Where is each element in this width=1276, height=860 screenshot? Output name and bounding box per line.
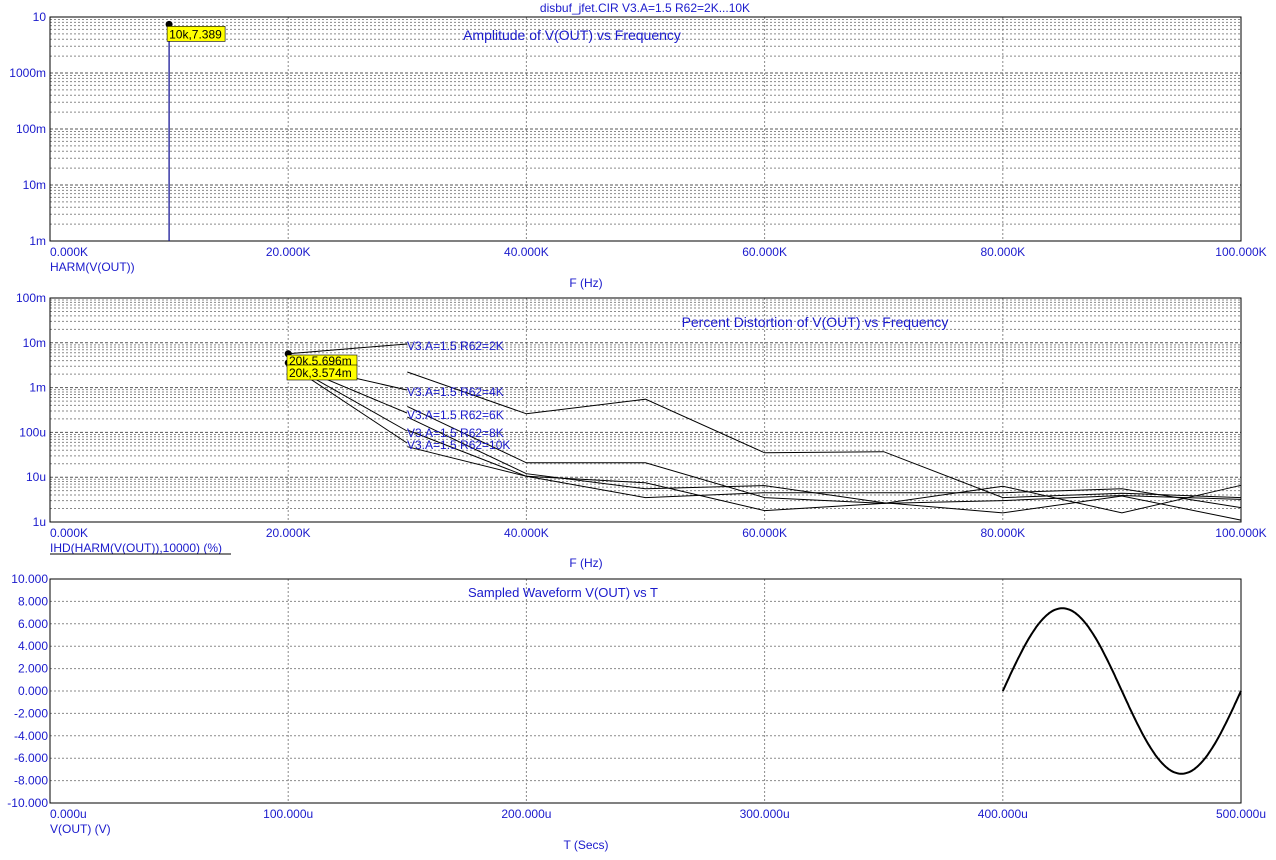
amplitude-series <box>165 20 173 241</box>
y-tick-label: 10 <box>33 10 47 24</box>
x-tick-label: 80.000K <box>980 245 1025 259</box>
amplitude-annotations: 10k,7.389 <box>166 26 226 42</box>
distortion-chart: Percent Distortion of V(OUT) vs Frequenc… <box>16 291 1267 570</box>
series-label: V3.A=1.5 R62=4K <box>407 385 504 399</box>
y-tick-label: 1m <box>29 381 46 395</box>
amplitude-y-ticks: 10 1000m 100m 10m 1m <box>9 10 46 248</box>
waveform-chart: Sampled Waveform V(OUT) vs T 10.000 8.000… <box>7 572 1266 852</box>
amplitude-x-label: F (Hz) <box>569 276 602 290</box>
x-tick-label: 100.000K <box>1215 245 1266 259</box>
y-tick-label: 0.000 <box>18 684 48 698</box>
x-tick-label: 200.000u <box>501 807 551 821</box>
y-tick-label: 1000m <box>9 66 46 80</box>
y-tick-label: -4.000 <box>14 729 48 743</box>
series-label: V3.A=1.5 R62=10K <box>407 438 510 452</box>
x-tick-label: 0.000K <box>50 245 88 259</box>
x-tick-label: 80.000K <box>980 526 1025 540</box>
annotation-text: 10k,7.389 <box>169 27 222 41</box>
waveform-y-ticks: 10.000 8.000 6.000 4.000 2.000 0.000 -2.000 -4.… <box>7 572 48 810</box>
x-tick-label: 40.000K <box>504 245 549 259</box>
y-tick-label: 8.000 <box>18 594 48 608</box>
y-tick-label: 4.000 <box>18 639 48 653</box>
y-tick-label: 10.000 <box>11 572 48 586</box>
waveform-y-label: V(OUT) (V) <box>50 822 111 836</box>
annotation-text: 20k,3.574m <box>289 366 352 380</box>
y-tick-label: 10m <box>23 336 46 350</box>
y-tick-label: 1u <box>33 515 46 529</box>
waveform-x-ticks: 0.000u 100.000u 200.000u 300.000u 400.000u 50… <box>50 807 1266 821</box>
amplitude-x-ticks: 0.000K 20.000K 40.000K 60.000K 80.000K 100.00… <box>50 245 1267 259</box>
plot-area: Amplitude of V(OUT) vs Frequency 10 1000m… <box>7 10 1267 852</box>
distortion-annotations: 20k,5.696m20k,3.574m <box>284 350 358 381</box>
y-tick-label: 2.000 <box>18 662 48 676</box>
waveform-title: Sampled Waveform V(OUT) vs T <box>468 585 658 600</box>
waveform-grid <box>50 579 1241 803</box>
x-tick-label: 300.000u <box>740 807 790 821</box>
y-tick-label: 10m <box>23 178 46 192</box>
y-tick-label: 100m <box>16 122 46 136</box>
y-tick-label: 100u <box>19 425 46 439</box>
distortion-x-ticks: 0.000K 20.000K 40.000K 60.000K 80.000K 100.00… <box>50 526 1267 540</box>
x-tick-label: 60.000K <box>742 526 787 540</box>
x-tick-label: 0.000u <box>50 807 87 821</box>
x-tick-label: 40.000K <box>504 526 549 540</box>
x-tick-label: 20.000K <box>266 245 311 259</box>
x-tick-label: 0.000K <box>50 526 88 540</box>
amplitude-y-label: HARM(V(OUT)) <box>50 260 135 274</box>
y-tick-label: 100m <box>16 291 46 305</box>
y-tick-label: -2.000 <box>14 706 48 720</box>
y-tick-label: 1m <box>29 234 46 248</box>
y-tick-label: -6.000 <box>14 751 48 765</box>
y-tick-label: -10.000 <box>7 796 48 810</box>
waveform-x-label: T (Secs) <box>563 838 608 852</box>
y-tick-label: 10u <box>26 470 46 484</box>
x-tick-label: 20.000K <box>266 526 311 540</box>
distortion-title: Percent Distortion of V(OUT) vs Frequenc… <box>682 314 949 330</box>
x-tick-label: 60.000K <box>742 245 787 259</box>
amplitude-grid <box>50 17 1241 241</box>
distortion-y-ticks: 100m 10m 1m 100u 10u 1u <box>16 291 46 529</box>
x-tick-label: 400.000u <box>978 807 1028 821</box>
distortion-x-label: F (Hz) <box>569 556 602 570</box>
y-tick-label: -8.000 <box>14 774 48 788</box>
x-tick-label: 500.000u <box>1216 807 1266 821</box>
distortion-y-label: IHD(HARM(V(OUT)),10000) (%) <box>50 541 222 555</box>
amplitude-title: Amplitude of V(OUT) vs Frequency <box>463 27 681 43</box>
x-tick-label: 100.000K <box>1215 526 1266 540</box>
x-tick-label: 100.000u <box>263 807 313 821</box>
amplitude-chart: Amplitude of V(OUT) vs Frequency 10 1000m… <box>9 10 1266 290</box>
series-label: V3.A=1.5 R62=2K <box>407 339 504 353</box>
series-label: V3.A=1.5 R62=6K <box>407 408 504 422</box>
y-tick-label: 6.000 <box>18 617 48 631</box>
